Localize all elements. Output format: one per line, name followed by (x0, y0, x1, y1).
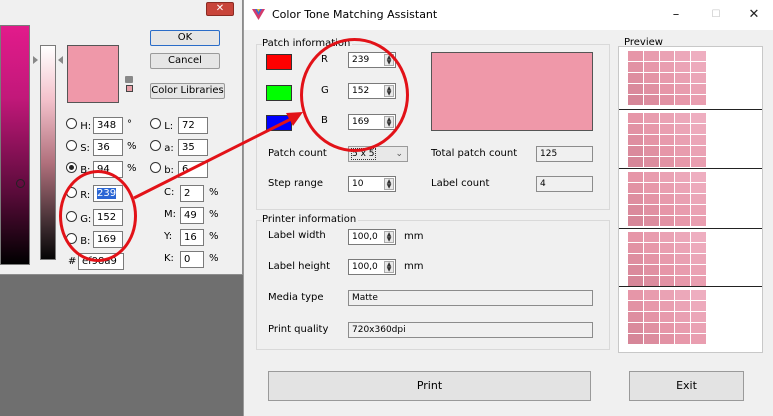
annotation-arrow-icon (133, 112, 303, 200)
